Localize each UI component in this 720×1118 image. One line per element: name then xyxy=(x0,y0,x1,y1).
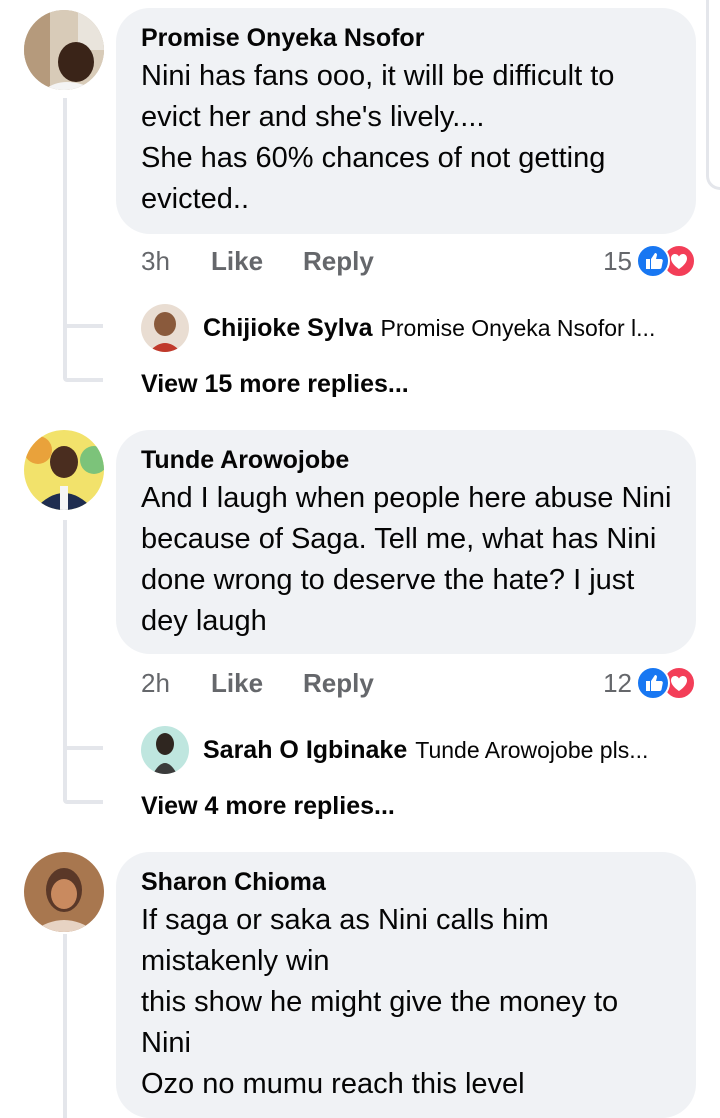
thread-line xyxy=(63,934,67,1118)
reply-text: Promise Onyeka Nsofor l... xyxy=(380,314,656,341)
comment-time[interactable]: 2h xyxy=(141,668,170,699)
avatar[interactable] xyxy=(24,852,104,932)
thread-line xyxy=(63,520,67,800)
reply-text: Tunde Arowojobe pls... xyxy=(415,736,649,763)
view-more-replies[interactable]: View 4 more replies... xyxy=(141,792,395,821)
thread-branch xyxy=(63,746,103,750)
scroll-edge xyxy=(706,0,720,190)
comment-text: If saga or saka as Nini calls him mistak… xyxy=(141,904,619,1100)
reply-button[interactable]: Reply xyxy=(303,668,374,699)
thread-branch xyxy=(63,324,103,328)
reply-avatar[interactable] xyxy=(141,726,189,774)
thumbs-up-icon xyxy=(636,244,670,278)
reaction-count: 15 xyxy=(603,245,632,276)
comment-text: And I laugh when people here abuse Nini … xyxy=(141,482,672,637)
thread-branch xyxy=(63,800,103,804)
comment-time[interactable]: 3h xyxy=(141,246,170,277)
comment-author[interactable]: Promise Onyeka Nsofor xyxy=(141,22,672,54)
view-more-replies[interactable]: View 15 more replies... xyxy=(141,370,409,399)
thumbs-up-icon xyxy=(636,666,670,700)
reactions[interactable]: 15 xyxy=(603,244,696,278)
reply-preview[interactable]: Chijioke Sylva Promise Onyeka Nsofor l..… xyxy=(141,304,655,352)
reply-author[interactable]: Sarah O Igbinake xyxy=(203,736,407,765)
thread-branch xyxy=(63,378,103,382)
comment-bubble[interactable]: Promise Onyeka Nsofor Nini has fans ooo,… xyxy=(116,8,696,234)
reactions[interactable]: 12 xyxy=(603,666,696,700)
reaction-count: 12 xyxy=(603,667,632,698)
reply-avatar[interactable] xyxy=(141,304,189,352)
reply-button[interactable]: Reply xyxy=(303,246,374,277)
reply-preview[interactable]: Sarah O Igbinake Tunde Arowojobe pls... xyxy=(141,726,648,774)
like-button[interactable]: Like xyxy=(211,668,263,699)
thread-line xyxy=(63,98,67,378)
comment-author[interactable]: Tunde Arowojobe xyxy=(141,444,672,476)
comment-text: Nini has fans ooo, it will be difficult … xyxy=(141,60,615,215)
comment-bubble[interactable]: Tunde Arowojobe And I laugh when people … xyxy=(116,430,696,654)
avatar[interactable] xyxy=(24,430,104,510)
reply-author[interactable]: Chijioke Sylva xyxy=(203,314,373,343)
avatar[interactable] xyxy=(24,10,104,90)
comment-author[interactable]: Sharon Chioma xyxy=(141,866,672,898)
like-button[interactable]: Like xyxy=(211,246,263,277)
comment-bubble[interactable]: Sharon Chioma If saga or saka as Nini ca… xyxy=(116,852,696,1118)
